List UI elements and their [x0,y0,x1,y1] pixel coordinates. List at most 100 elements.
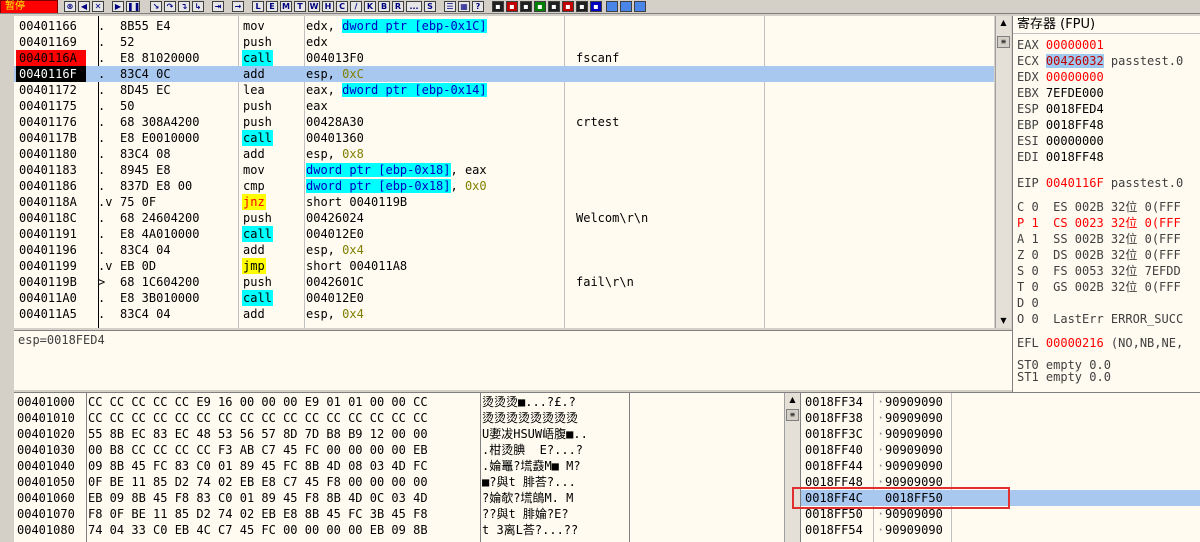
disasm-row[interactable]: 0040118C. 68 24604200 push 00426024 Welcom\r… [14,210,994,226]
disasm-mnemonic: push [243,115,272,129]
flag-row[interactable]: C 0 ES 002B 32位 0(FFF [1017,200,1181,215]
disasm-row[interactable]: 00401175. 50 push eax [14,98,994,114]
disasm-row[interactable]: 00401176. 68 308A4200 push 00428A30 crtest [14,114,994,130]
toolbar-button-s[interactable]: S [424,1,436,12]
scroll-thumb[interactable]: ≡ [786,409,799,421]
disasm-row[interactable]: 00401199 .v EB 0D jmp short 004011A8 [14,258,994,274]
disasm-row[interactable]: 00401196. 83C4 04 add esp, 0x4 [14,242,994,258]
flag-row[interactable]: A 1 SS 002B 32位 0(FFF [1017,232,1181,247]
disassembly-scrollbar[interactable]: ▲ ≡ ▼ [995,16,1011,328]
memory-dump-pane[interactable]: 00401000 CC CC CC CC CC E9 16 00 00 00 E9… [14,392,800,542]
register-row[interactable]: EAX 00000001 [1017,38,1104,53]
flag-row[interactable]: D 0 [1017,296,1039,311]
flag-row[interactable]: O 0 LastErr ERROR_SUCC [1017,312,1183,327]
registers-pane[interactable]: 寄存器 (FPU) EAX 00000001 ECX 00426032 passt… [1012,16,1200,392]
rewind-icon[interactable]: ◀ [78,1,90,12]
plugin-icon-3[interactable]: ▪ [520,1,532,12]
step-into-icon[interactable]: ↘ [150,1,162,12]
toolbar-button-e[interactable]: E [266,1,278,12]
disasm-hex: 75 0F [120,195,157,209]
disasm-row[interactable]: 0040116F. 83C4 0C add esp, 0xC [14,66,994,82]
flag-row[interactable]: Z 0 DS 002B 32位 0(FFF [1017,248,1181,263]
execute-till-return-icon[interactable]: ⇥ [212,1,224,12]
toolbar-button-l[interactable]: L [252,1,264,12]
plugin-icon-10[interactable] [620,1,632,12]
stack-row[interactable]: 0018FF34 · 90909090 [801,394,1200,410]
register-row[interactable]: EBP 0018FF48 [1017,118,1104,133]
plugin-icon-2[interactable]: ▪ [506,1,518,12]
toolbar-button-more[interactable]: ... [406,1,422,12]
stack-row[interactable]: 0018FF54 · 90909090 [801,522,1200,538]
dump-scrollbar[interactable]: ▲ ≡ [784,393,800,542]
stack-pane[interactable]: 0018FF34 · 90909090 0018FF38 · 90909090 0018FF… [800,392,1200,542]
disasm-row[interactable]: 00401183. 8945 E8 mov dword ptr [ebp-0x18],… [14,162,994,178]
disasm-address: 00401183 [19,163,77,177]
trace-into-icon[interactable]: ↴ [178,1,190,12]
dump-divider [480,393,481,542]
dump-address: 00401080 [17,523,75,537]
disasm-row[interactable]: 00401191. E8 4A010000 call 004012E0 [14,226,994,242]
stack-row[interactable]: 0018FF3C · 90909090 [801,426,1200,442]
disasm-row[interactable]: 0040117B. E8 E0010000 call 00401360 [14,130,994,146]
scroll-up-icon[interactable]: ▲ [996,16,1011,30]
pause-icon[interactable]: ❚❚ [126,1,140,12]
step-over-icon[interactable]: ↷ [164,1,176,12]
disasm-row[interactable]: 00401186. 837D E8 00 cmp dword ptr [ebp-0x1… [14,178,994,194]
flag-row[interactable]: S 0 FS 0053 32位 7EFDD [1017,264,1181,279]
options-icon[interactable]: ▦ [458,1,470,12]
plugin-icon-7[interactable]: ▪ [576,1,588,12]
register-row[interactable]: ESP 0018FED4 [1017,102,1104,117]
fpu-row[interactable]: ST1 empty 0.0 [1017,370,1111,385]
register-row[interactable]: ESI 00000000 [1017,134,1104,149]
plugin-icon-6[interactable]: ▪ [562,1,574,12]
disasm-row[interactable]: 00401172. 8D45 EC lea eax, dword ptr [ebp-0… [14,82,994,98]
toolbar-button-t[interactable]: T [294,1,306,12]
toolbar-button-b[interactable]: B [378,1,390,12]
stack-row[interactable]: 0018FF38 · 90909090 [801,410,1200,426]
disasm-row[interactable]: 0040118A .v 75 0F jnz short 0040119B [14,194,994,210]
disasm-row[interactable]: 00401166. 8B55 E4 mov edx, dword ptr [ebp-0… [14,18,994,34]
disasm-row[interactable]: 004011A0. E8 3B010000 call 004012E0 [14,290,994,306]
registers-title[interactable]: 寄存器 (FPU) [1013,16,1200,34]
scroll-up-icon[interactable]: ▲ [785,393,800,407]
toolbar-button-m[interactable]: M [280,1,292,12]
plugin-icon-5[interactable]: ▪ [548,1,560,12]
toolbar-button-h[interactable]: H [322,1,334,12]
plugin-icon-1[interactable]: ▪ [492,1,504,12]
close-icon[interactable]: ✕ [92,1,104,12]
stack-row[interactable]: 0018FF40 · 90909090 [801,442,1200,458]
scroll-down-icon[interactable]: ▼ [996,314,1011,328]
goto-icon[interactable]: → [232,1,244,12]
toolbar-button-k[interactable]: K [364,1,376,12]
disasm-row[interactable]: 004011A5. 83C4 04 add esp, 0x4 [14,306,994,322]
plugin-icon-9[interactable] [606,1,618,12]
disasm-row[interactable]: 00401180. 83C4 08 add esp, 0x8 [14,146,994,162]
flag-row[interactable]: T 0 GS 002B 32位 0(FFF [1017,280,1181,295]
register-row[interactable]: ECX 00426032 passtest.0 [1017,54,1183,69]
disassembly-pane[interactable]: 00401166. 8B55 E4 mov edx, dword ptr [ebp-0… [14,16,994,328]
register-row[interactable]: EBX 7EFDE000 [1017,86,1104,101]
disasm-row[interactable]: 0040119B >68 1C604200 push 0042601C fail\r\n [14,274,994,290]
toolbar-button-w[interactable]: W [308,1,320,12]
stack-row[interactable]: 0018FF44 · 90909090 [801,458,1200,474]
register-row[interactable]: EDI 0018FF48 [1017,150,1104,165]
disasm-row[interactable]: 00401169. 52 push edx [14,34,994,50]
toolbar-button-slash[interactable]: / [350,1,362,12]
efl-row[interactable]: EFL 00000216 (NO,NB,NE, [1017,336,1183,351]
plugin-icon-8[interactable]: ▪ [590,1,602,12]
run-icon[interactable]: ▶ [112,1,124,12]
toolbar-button-r[interactable]: R [392,1,404,12]
eip-row[interactable]: EIP 0040116F passtest.0 [1017,176,1183,191]
scroll-thumb[interactable]: ≡ [997,36,1010,48]
restart-icon[interactable]: ⊗ [64,1,76,12]
disasm-row[interactable]: 0040116A. E8 81020000 call 004013F0 fscanf [14,50,994,66]
help-icon[interactable]: ? [472,1,484,12]
register-row[interactable]: EDX 00000000 [1017,70,1104,85]
plugin-icon-11[interactable] [634,1,646,12]
plugin-icon-4[interactable]: ▪ [534,1,546,12]
list-icon[interactable]: ☰ [444,1,456,12]
toolbar-button-c[interactable]: C [336,1,348,12]
disasm-address: 0040116A [16,50,86,66]
trace-over-icon[interactable]: ↳ [192,1,204,12]
flag-row[interactable]: P 1 CS 0023 32位 0(FFF [1017,216,1181,231]
